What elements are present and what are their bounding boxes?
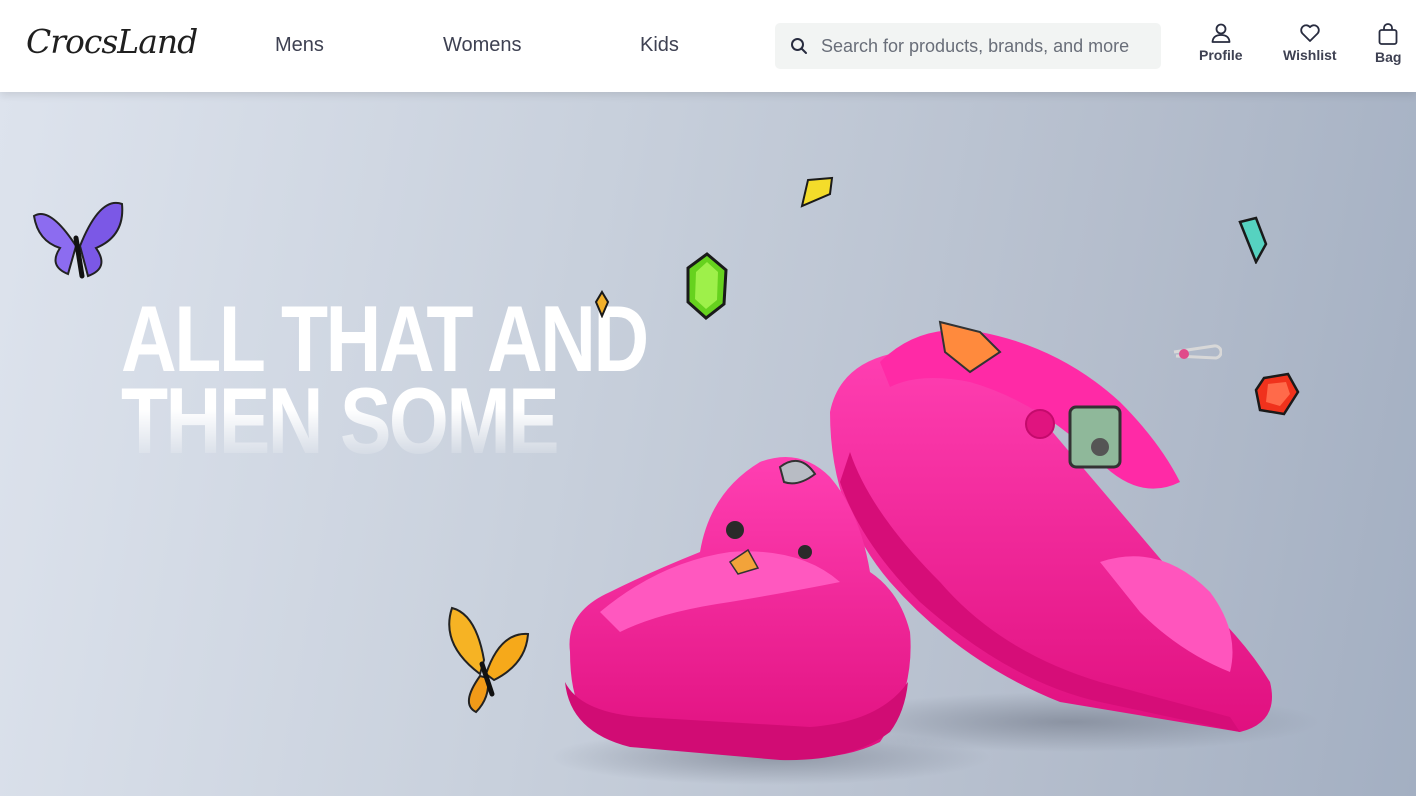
green-gem-icon bbox=[686, 252, 728, 320]
profile-icon bbox=[1211, 23, 1231, 43]
profile-button[interactable]: Profile bbox=[1199, 22, 1243, 63]
nav-link-womens[interactable]: Womens bbox=[443, 34, 522, 57]
bag-button[interactable]: Bag bbox=[1375, 22, 1401, 65]
heart-icon bbox=[1300, 24, 1320, 42]
bag-icon bbox=[1378, 23, 1398, 45]
search-bar[interactable] bbox=[775, 23, 1161, 69]
orange-butterfly-icon bbox=[448, 606, 530, 714]
nav-link-mens[interactable]: Mens bbox=[275, 34, 324, 57]
teal-gem-icon bbox=[1238, 216, 1268, 264]
nav-link-kids[interactable]: Kids bbox=[640, 34, 679, 57]
wishlist-label: Wishlist bbox=[1283, 47, 1337, 63]
purple-butterfly-icon bbox=[32, 201, 124, 279]
red-gem-icon bbox=[1254, 372, 1300, 416]
top-navbar: CrocsLand Mens Womens Kids Profile Wishl… bbox=[0, 0, 1416, 92]
small-gem-icon bbox=[594, 290, 610, 318]
bag-label: Bag bbox=[1375, 49, 1402, 65]
search-input[interactable] bbox=[821, 23, 1151, 69]
profile-label: Profile bbox=[1199, 47, 1243, 63]
brand-logo[interactable]: CrocsLand bbox=[26, 22, 198, 61]
wishlist-button[interactable]: Wishlist bbox=[1283, 22, 1337, 63]
hero-banner[interactable]: ALL THAT AND THEN SOME bbox=[0, 92, 1416, 796]
safety-pin-charm-icon bbox=[1173, 344, 1222, 360]
search-icon bbox=[791, 38, 807, 54]
hero-product-image bbox=[550, 320, 1320, 785]
yellow-gem-icon bbox=[800, 176, 834, 208]
